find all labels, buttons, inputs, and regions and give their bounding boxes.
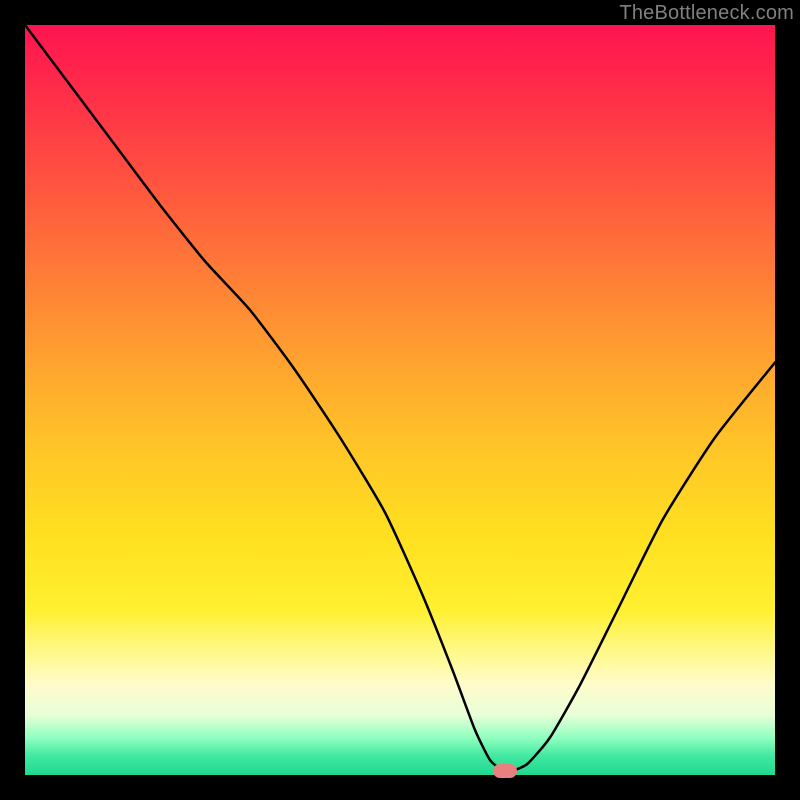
optimal-marker (493, 764, 517, 778)
plot-area (25, 25, 775, 775)
chart-frame: TheBottleneck.com (0, 0, 800, 800)
watermark-text: TheBottleneck.com (619, 2, 794, 25)
bottleneck-curve (25, 25, 775, 775)
